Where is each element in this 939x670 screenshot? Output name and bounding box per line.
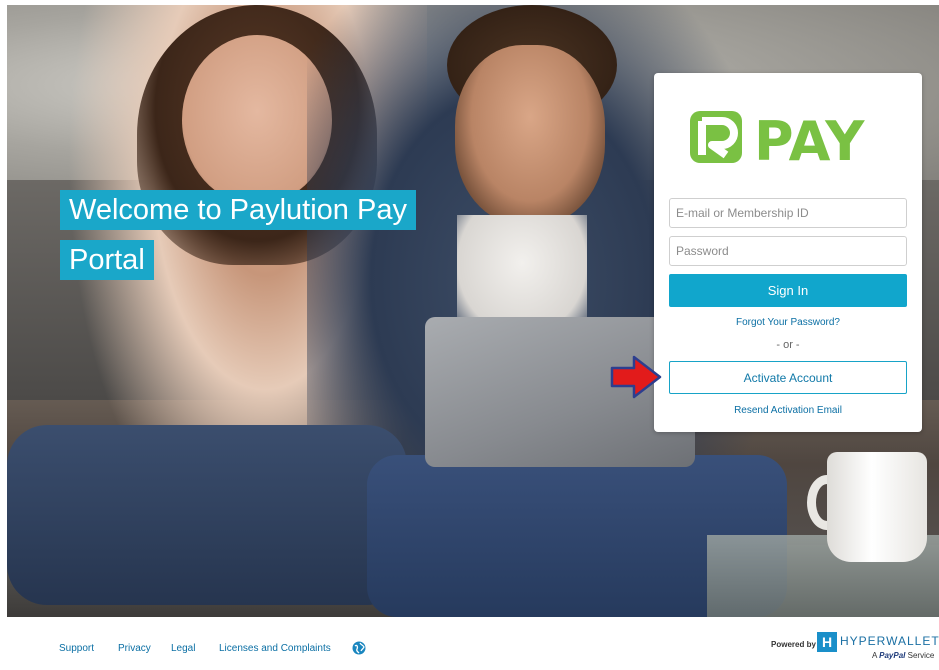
woman-jeans bbox=[7, 425, 407, 605]
login-card: PAY Sign In Forgot Your Password? - or -… bbox=[654, 73, 922, 432]
footer: Support Privacy Legal Licenses and Compl… bbox=[0, 617, 939, 670]
password-field[interactable] bbox=[669, 236, 907, 266]
footer-link-support[interactable]: Support bbox=[59, 643, 94, 654]
red-arrow-pointer-icon bbox=[610, 355, 662, 399]
footer-link-legal[interactable]: Legal bbox=[171, 643, 195, 654]
sign-in-button[interactable]: Sign In bbox=[669, 274, 907, 307]
tagline-prefix: A bbox=[872, 651, 877, 660]
welcome-title-line-2: Portal bbox=[60, 240, 154, 280]
man-face bbox=[455, 45, 605, 225]
powered-by-label: Powered by bbox=[771, 640, 816, 649]
globe-icon[interactable] bbox=[352, 641, 366, 655]
paypal-wordmark: PayPal bbox=[879, 651, 906, 660]
rpay-logo-graphic: PAY bbox=[690, 110, 865, 167]
rpay-logo: PAY bbox=[688, 109, 888, 167]
activate-account-button[interactable]: Activate Account bbox=[669, 361, 907, 394]
hyperwallet-logo-mark: H bbox=[817, 632, 837, 652]
welcome-title-line-1: Welcome to Paylution Pay bbox=[60, 190, 416, 230]
email-field[interactable] bbox=[669, 198, 907, 228]
logo-text: PAY bbox=[754, 110, 865, 167]
or-separator: - or - bbox=[776, 339, 800, 351]
paypal-service-tagline: A PayPal Service bbox=[872, 651, 934, 660]
tagline-suffix: Service bbox=[907, 651, 935, 660]
coffee-mug bbox=[827, 452, 927, 562]
resend-activation-link[interactable]: Resend Activation Email bbox=[654, 405, 922, 416]
footer-link-privacy[interactable]: Privacy bbox=[118, 643, 151, 654]
footer-link-licenses[interactable]: Licenses and Complaints bbox=[219, 643, 331, 654]
forgot-password-link[interactable]: Forgot Your Password? bbox=[654, 317, 922, 328]
hyperwallet-logo-text: HYPERWALLET bbox=[840, 634, 939, 648]
